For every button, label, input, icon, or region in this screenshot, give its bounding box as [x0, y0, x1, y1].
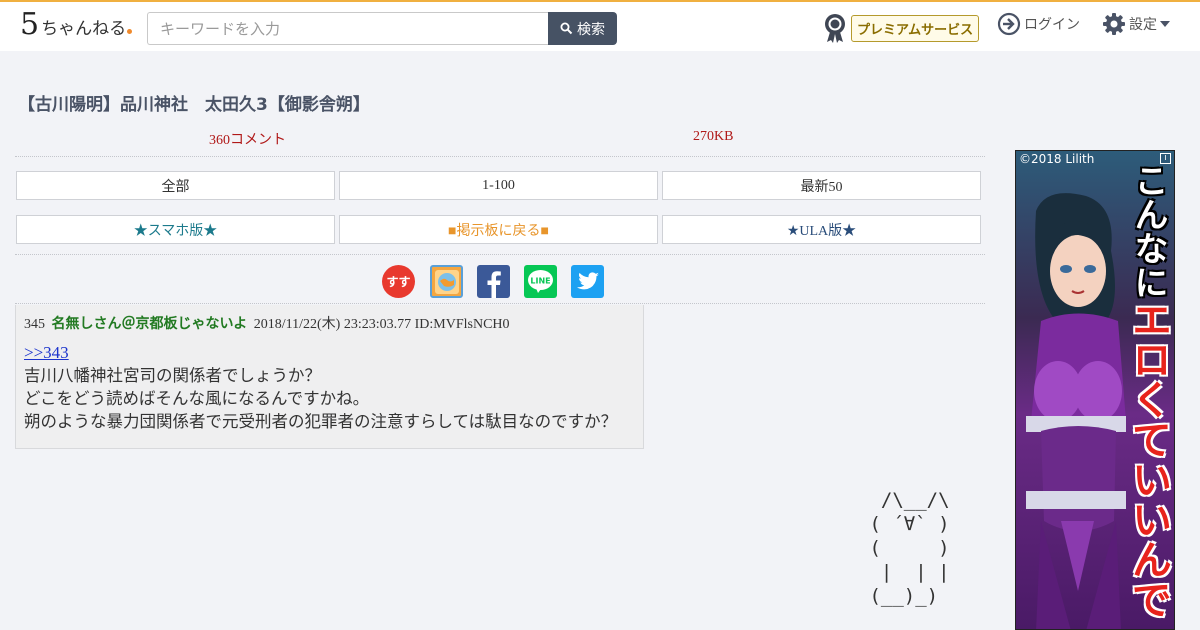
twitter-share-icon[interactable] — [571, 265, 604, 298]
search-button-label: 検索 — [577, 21, 605, 38]
post-date: 2018/11/22(木) 23:23:03.77 — [253, 317, 412, 332]
nav-range-button[interactable]: 1-100 — [339, 171, 658, 200]
line-icon: LINE — [528, 270, 553, 293]
thread-meta: 360コメント 270KB — [15, 127, 985, 157]
line-icon-text: LINE — [530, 277, 550, 286]
post-line: 吉川八幡神社宮司の関係者でしょうか？ — [24, 366, 321, 385]
settings-menu[interactable]: 設定 — [1102, 12, 1170, 36]
premium-service[interactable]: プレミアムサービス — [823, 13, 980, 43]
comment-count: 360コメント — [209, 133, 286, 148]
ad-headline: こんなにエロくていいんで — [1125, 163, 1171, 619]
line-share-icon[interactable]: LINE — [524, 265, 557, 298]
nav-all-button[interactable]: 全部 — [16, 171, 335, 200]
login-link[interactable]: ログイン — [997, 12, 1080, 36]
post: 345 名無しさん＠京都板じゃないよ 2018/11/22(木) 23:23:0… — [15, 305, 644, 449]
globe-icon — [434, 269, 459, 294]
nav-latest-button[interactable]: 最新50 — [662, 171, 981, 200]
thread-size: 270KB — [693, 129, 734, 144]
back-to-board-button[interactable]: ■掲示板に戻る■ — [339, 215, 658, 244]
premium-button[interactable]: プレミアムサービス — [851, 14, 980, 42]
ula-version-button[interactable]: ★ULA版★ — [662, 215, 981, 244]
gear-icon — [1103, 13, 1125, 35]
post-id[interactable]: ID:MVFlsNCH0 — [415, 317, 510, 332]
twitter-icon — [576, 271, 599, 289]
reply-anchor-link[interactable]: >>343 — [24, 343, 69, 362]
logo-text: ちゃんねる — [41, 19, 127, 39]
login-icon — [997, 12, 1021, 36]
post-body: >>343 吉川八幡神社宮司の関係者でしょうか？ どこをどう読めばそんな風になる… — [24, 341, 617, 433]
post-header: 345 名無しさん＠京都板じゃないよ 2018/11/22(木) 23:23:0… — [24, 313, 510, 333]
poster-name: 名無しさん＠京都板じゃないよ — [51, 316, 248, 332]
logo-dot — [127, 29, 133, 34]
post-line: どこをどう読めばそんな風になるんですかね。 — [24, 389, 370, 408]
ad-text-line: いいんで — [1125, 459, 1171, 619]
sumaho-share-label: すす — [386, 275, 411, 289]
ascii-art: /\__/\ ( ´∀` ) ( ) | | | (__)_) — [869, 489, 950, 607]
top-header: 5 ちゃんねる 検索 プレミアムサービス ログイン — [0, 0, 1200, 51]
search-icon — [560, 22, 573, 35]
facebook-share-icon[interactable] — [477, 265, 510, 298]
thread-title: 【古川陽明】品川神社 太田久3【御影舎朔】 — [18, 95, 370, 115]
site-logo[interactable]: 5 ちゃんねる — [20, 7, 133, 42]
login-label: ログイン — [1024, 17, 1080, 33]
matome-share-icon[interactable] — [430, 265, 463, 298]
facebook-icon — [487, 271, 501, 298]
divider — [15, 254, 985, 255]
sumaho-share-icon[interactable]: すす — [382, 265, 415, 298]
ad-text-line: こんなに — [1128, 163, 1168, 299]
post-number[interactable]: 345 — [24, 317, 45, 332]
divider — [15, 303, 985, 304]
ad-character-illustration — [1026, 193, 1126, 629]
premium-badge-icon — [825, 14, 845, 43]
settings-label: 設定 — [1129, 17, 1157, 33]
caret-down-icon — [1160, 21, 1170, 27]
logo-number: 5 — [20, 7, 40, 42]
post-line: 朔のような暴力団関係者で元受刑者の犯罪者の注意すらしては駄目なのですか？ — [24, 412, 618, 431]
ad-copyright: ©2018 Lilith — [1019, 152, 1095, 166]
search-button[interactable]: 検索 — [548, 12, 617, 45]
ad-text-line: エロくて — [1125, 299, 1171, 459]
advertisement-banner[interactable]: ©2018 Lilith i こんなにエロくていいんで — [1015, 150, 1175, 630]
smartphone-version-button[interactable]: ★スマホ版★ — [16, 215, 335, 244]
search-input[interactable] — [147, 12, 549, 45]
